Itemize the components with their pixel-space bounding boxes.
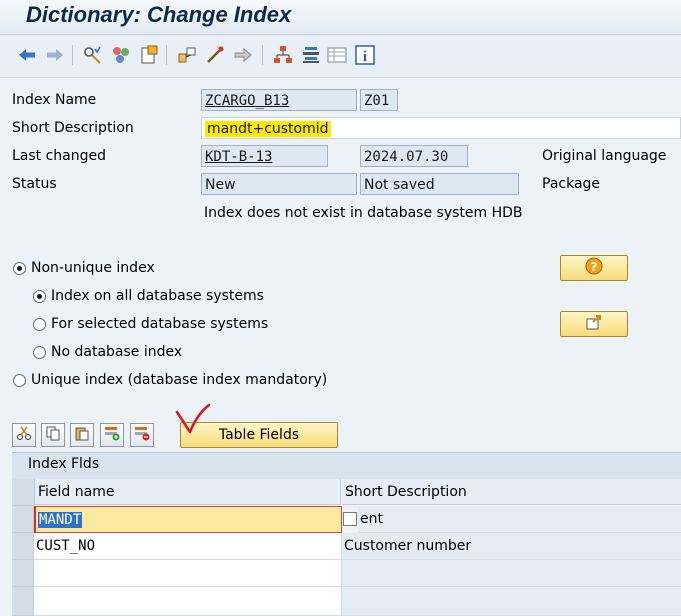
back-icon[interactable] <box>16 44 38 66</box>
toolbar-separator <box>262 45 263 65</box>
question-icon: ? <box>585 257 603 279</box>
page-title: Dictionary: Change Index <box>26 2 292 27</box>
insert-row-button[interactable] <box>100 423 124 447</box>
short-description-value: mandt+customid <box>205 121 331 137</box>
where-used-icon[interactable] <box>176 44 198 66</box>
short-description-input[interactable]: mandt+customid <box>201 117 681 139</box>
all-db-radio[interactable] <box>33 290 46 303</box>
insert-row-icon <box>104 425 120 445</box>
index-name-value: ZCARGO_B13 <box>205 93 290 109</box>
unique-radio[interactable] <box>13 374 26 387</box>
table-row-desc-cell <box>342 587 681 616</box>
selected-db-radio[interactable] <box>33 318 46 331</box>
index-name-label: Index Name <box>12 92 97 108</box>
svg-text:i: i <box>363 49 367 65</box>
toolbar-separator <box>72 45 73 65</box>
activate-icon[interactable] <box>138 44 160 66</box>
table-row-desc-cell <box>342 560 681 587</box>
row-selector[interactable] <box>12 560 34 587</box>
table-row-field-cell[interactable]: CUST_NO <box>34 533 342 560</box>
selected-db-label: For selected database systems <box>51 316 269 332</box>
where-used-list-icon[interactable] <box>232 44 254 66</box>
row-selector[interactable] <box>12 587 34 616</box>
check-icon[interactable] <box>204 44 226 66</box>
last-changed-label: Last changed <box>12 148 107 164</box>
save-status-field: Not saved <box>360 173 519 195</box>
other-object-icon[interactable] <box>82 44 104 66</box>
db-status-message: Index does not exist in database system … <box>204 205 523 221</box>
last-changed-user-field: KDT-B-13 <box>201 145 328 167</box>
unique-label: Unique index (database index mandatory) <box>31 372 328 388</box>
row-selector[interactable] <box>12 533 34 560</box>
table-section-title: Index Flds <box>28 456 100 472</box>
cut-button[interactable] <box>12 423 36 447</box>
table-display-icon[interactable] <box>326 44 348 66</box>
status-field: New <box>201 173 357 195</box>
scissors-icon <box>16 425 32 445</box>
svg-text:?: ? <box>591 260 598 274</box>
column-header-short-description[interactable]: Short Description <box>342 479 681 505</box>
navigation-window-icon[interactable] <box>300 44 322 66</box>
table-section-header: Index Flds <box>12 452 681 479</box>
last-changed-user-value: KDT-B-13 <box>205 149 273 165</box>
table-row-desc-cell: ent <box>358 506 681 533</box>
table-row-field-cell[interactable]: MANDT <box>34 506 342 533</box>
value-help-icon[interactable] <box>343 512 357 526</box>
copy-button[interactable] <box>41 423 65 447</box>
export-icon <box>585 313 603 335</box>
all-db-label: Index on all database systems <box>51 288 264 304</box>
column-header-field-name[interactable]: Field name <box>35 479 341 505</box>
select-all-cell[interactable] <box>12 479 35 506</box>
checkmark-annotation-icon <box>175 403 211 434</box>
non-unique-label: Non-unique index <box>31 260 155 276</box>
short-description-label: Short Description <box>12 120 134 136</box>
table-row-field-cell[interactable] <box>34 587 342 616</box>
row-selector[interactable] <box>12 506 34 533</box>
status-label: Status <box>12 176 57 192</box>
non-unique-radio[interactable] <box>13 262 26 275</box>
paste-icon <box>74 425 90 445</box>
display-change-icon[interactable] <box>110 44 132 66</box>
table-row-desc-cell: Customer number <box>342 533 681 560</box>
object-list-icon[interactable] <box>272 44 294 66</box>
db-systems-button[interactable] <box>560 311 628 337</box>
help-button[interactable]: ? <box>560 255 628 281</box>
application-toolbar: i <box>0 35 681 78</box>
paste-button[interactable] <box>70 423 94 447</box>
index-name-field[interactable]: ZCARGO_B13 <box>201 89 357 111</box>
no-db-radio[interactable] <box>33 346 46 359</box>
toolbar-separator <box>166 45 167 65</box>
table-row-field-cell[interactable] <box>34 560 342 587</box>
last-changed-date-field: 2024.07.30 <box>360 145 468 167</box>
field-name-value: MANDT <box>38 512 83 528</box>
index-id-field[interactable]: Z01 <box>360 89 398 111</box>
copy-icon <box>45 425 61 445</box>
no-db-label: No database index <box>51 344 183 360</box>
forward-icon[interactable] <box>44 44 66 66</box>
delete-row-button[interactable] <box>130 423 154 447</box>
title-bar: Dictionary: Change Index <box>0 0 681 35</box>
package-label: Package <box>542 176 601 192</box>
info-icon[interactable]: i <box>354 44 376 66</box>
delete-row-icon <box>134 425 150 445</box>
original-language-label: Original language <box>542 148 667 164</box>
